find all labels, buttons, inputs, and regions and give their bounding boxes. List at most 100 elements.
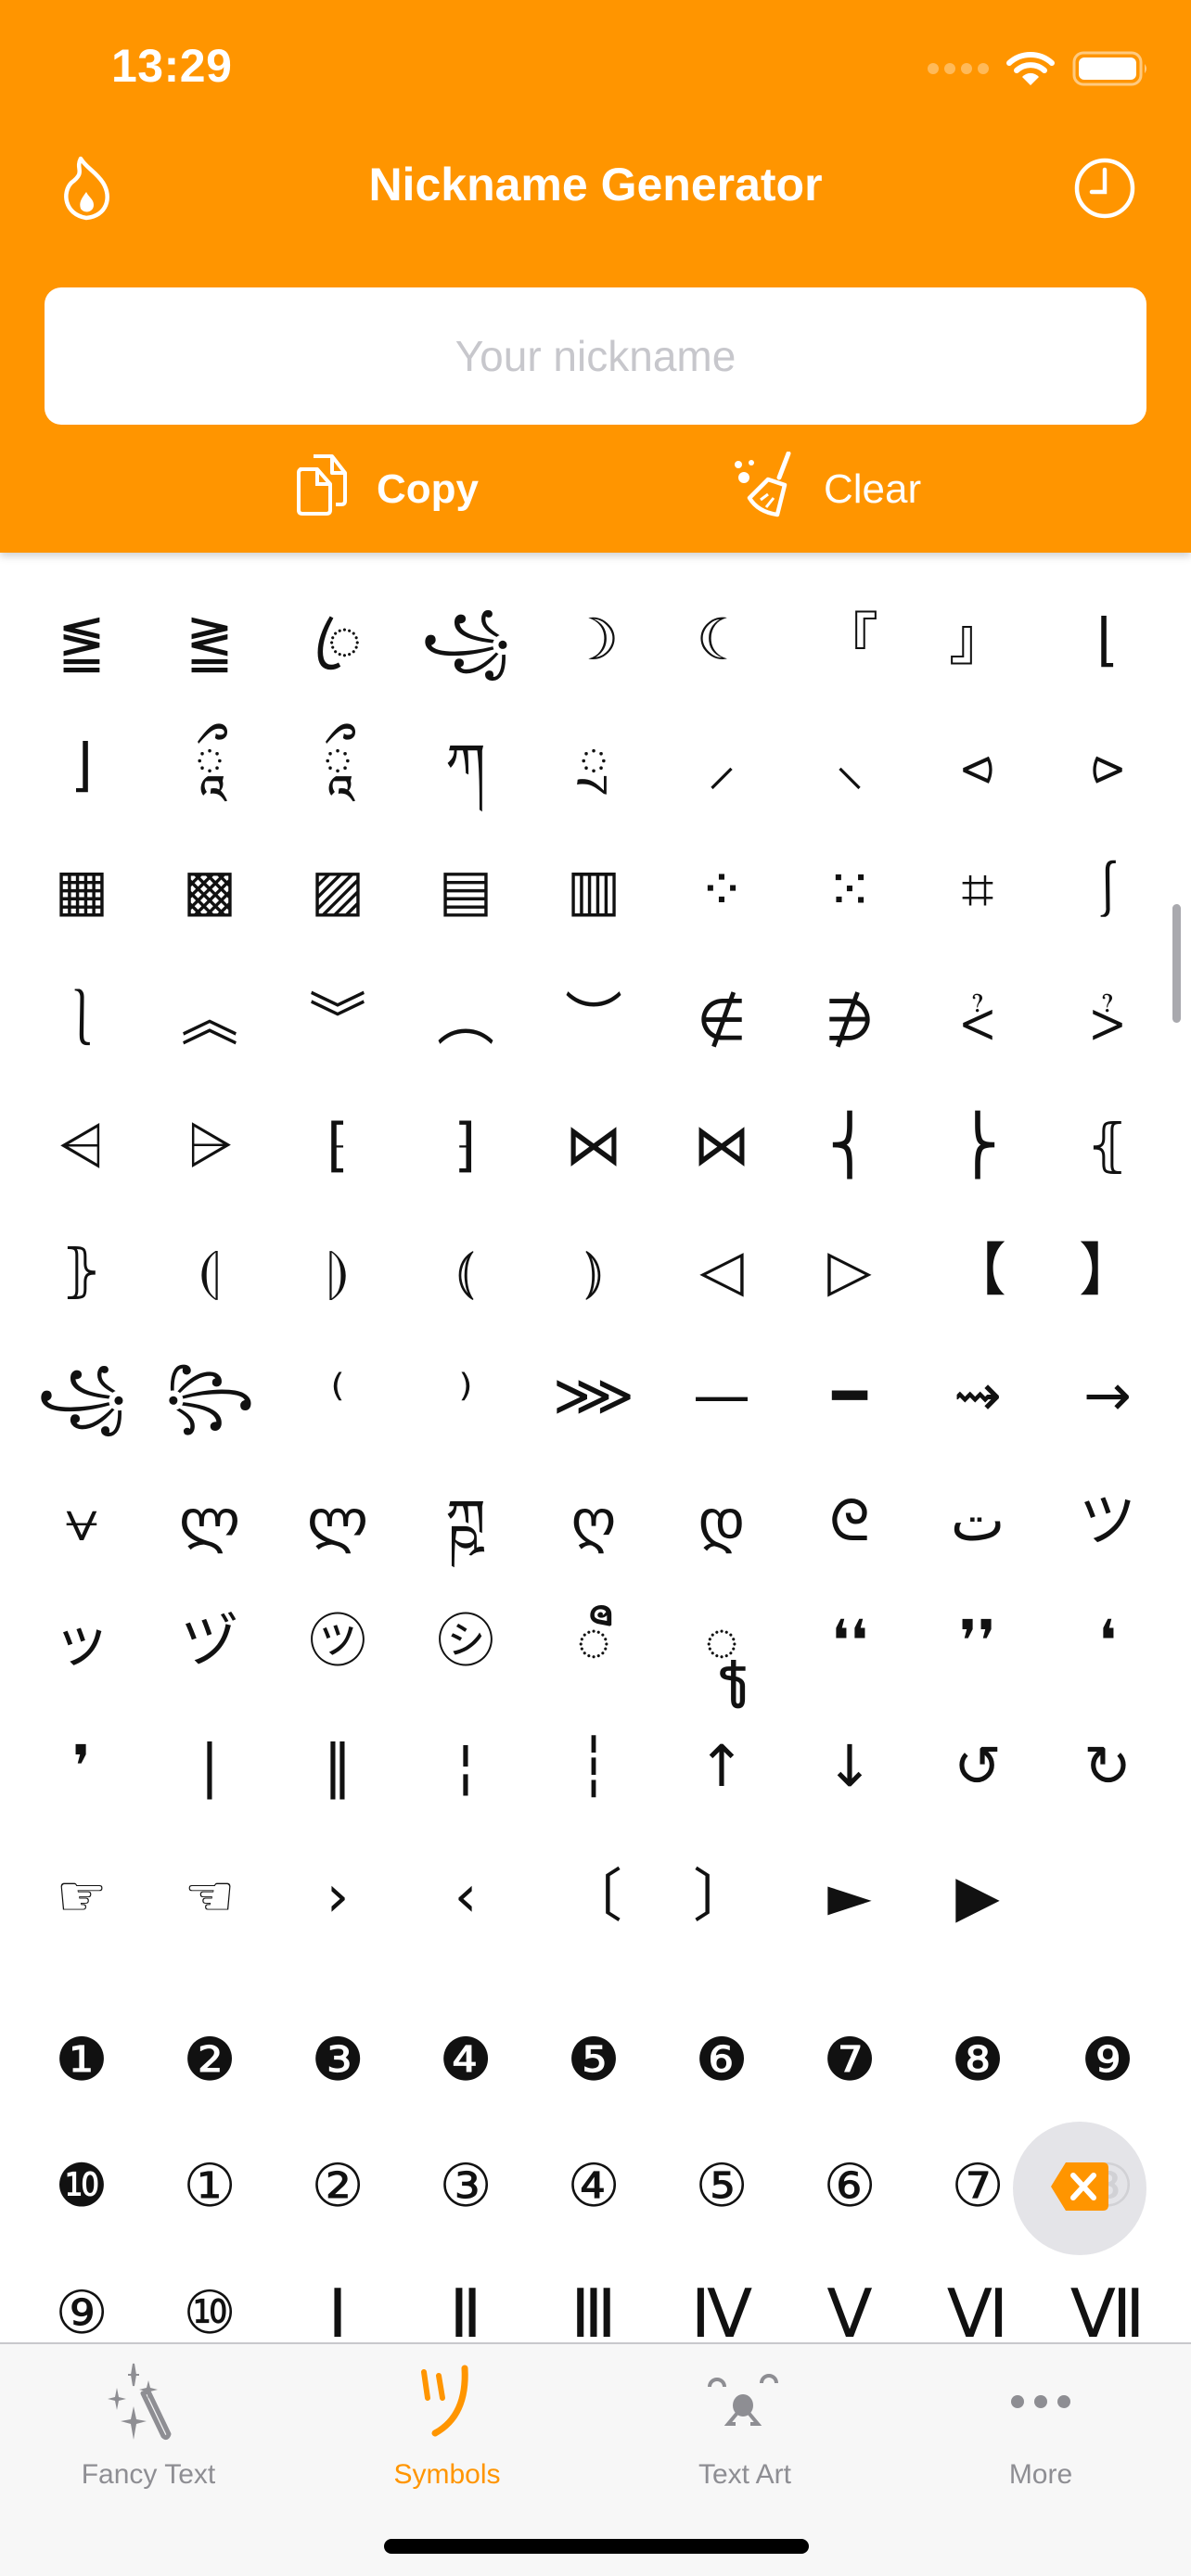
- tab-fancy-text[interactable]: Fancy Text: [37, 2355, 260, 2504]
- symbol-cell[interactable]: ⎨: [789, 1085, 910, 1205]
- symbol-cell[interactable]: ⁾: [405, 1335, 526, 1456]
- symbol-cell[interactable]: ꦹ: [661, 1581, 782, 1702]
- number-symbol-cell[interactable]: ❷: [149, 2000, 270, 2121]
- symbol-cell[interactable]: 【: [917, 1210, 1038, 1331]
- symbol-cell[interactable]: ⩻: [917, 960, 1038, 1080]
- symbol-cell[interactable]: ⸜: [789, 705, 910, 825]
- symbol-cell[interactable]: ☞: [21, 1836, 142, 1957]
- symbol-cell[interactable]: ⁆: [405, 1085, 526, 1205]
- symbol-cell[interactable]: ►: [789, 1836, 910, 1957]
- symbol-cell[interactable]: ︾: [277, 960, 398, 1080]
- symbol-cell[interactable]: ❜: [21, 1706, 142, 1827]
- symbol-cell[interactable]: ⪧: [1047, 705, 1168, 825]
- symbol-cell[interactable]: ›: [277, 1836, 398, 1957]
- symbol-cell[interactable]: ∉: [661, 960, 782, 1080]
- number-symbol-cell[interactable]: ①: [149, 2126, 270, 2247]
- symbol-cell[interactable]: ⪑: [21, 580, 142, 700]
- symbol-cell[interactable]: ▥: [533, 830, 654, 950]
- symbol-cell[interactable]: დ: [661, 1460, 782, 1581]
- tab-text-art[interactable]: Text Art: [634, 2355, 856, 2504]
- symbol-cell[interactable]: ㋛: [405, 1581, 526, 1702]
- symbol-cell[interactable]: ▤: [405, 830, 526, 950]
- number-symbol-cell[interactable]: ❻: [661, 2000, 782, 2121]
- symbol-cell[interactable]: ‹: [405, 1836, 526, 1957]
- number-symbol-cell[interactable]: ②: [277, 2126, 398, 2247]
- symbol-cell[interactable]: ⎬: [917, 1085, 1038, 1205]
- symbol-cell[interactable]: 〔: [533, 1836, 654, 1957]
- nickname-input[interactable]: [45, 287, 1146, 425]
- symbol-cell[interactable]: ཀྵ: [405, 1460, 526, 1581]
- symbol-cell[interactable]: 〕: [661, 1836, 782, 1957]
- symbol-cell[interactable]: ‖: [277, 1706, 398, 1827]
- symbol-cell[interactable]: ⁽: [277, 1335, 398, 1456]
- symbol-cell[interactable]: ⩥: [149, 1085, 270, 1205]
- number-symbol-cell[interactable]: ④: [533, 2126, 654, 2247]
- number-symbol-cell[interactable]: ❽: [917, 2000, 1038, 2121]
- symbol-cell[interactable]: ↑: [661, 1706, 782, 1827]
- number-symbol-cell[interactable]: Ⅵ: [917, 2253, 1038, 2342]
- symbol-cell[interactable]: ¦: [405, 1706, 526, 1827]
- number-symbol-cell[interactable]: ③: [405, 2126, 526, 2247]
- number-symbol-cell[interactable]: ❹: [405, 2000, 526, 2121]
- number-symbol-cell[interactable]: ❶: [21, 2000, 142, 2121]
- symbol-cell[interactable]: →: [1047, 1335, 1168, 1456]
- symbol-cell[interactable]: ღ: [533, 1460, 654, 1581]
- symbol-cell[interactable]: ⩼: [1047, 960, 1168, 1080]
- symbol-cell[interactable]: ∌: [789, 960, 910, 1080]
- symbol-cell[interactable]: |: [149, 1706, 270, 1827]
- symbol-cell[interactable]: ☽: [533, 580, 654, 700]
- tab-more[interactable]: More: [929, 2355, 1152, 2504]
- symbol-cell[interactable]: ⁘: [661, 830, 782, 950]
- symbol-cell[interactable]: ⇝: [917, 1335, 1038, 1456]
- symbol-cell[interactable]: 』: [917, 580, 1038, 700]
- symbol-cell[interactable]: ⦇: [149, 1210, 270, 1331]
- symbol-cell[interactable]: 『: [789, 580, 910, 700]
- symbol-cell[interactable]: ▩: [149, 830, 270, 950]
- number-symbol-cell[interactable]: Ⅰ: [277, 2253, 398, 2342]
- symbol-cell[interactable]: ❛❛: [789, 1581, 910, 1702]
- symbol-cell[interactable]: ︵: [405, 960, 526, 1080]
- symbol-cell[interactable]: ㋡: [277, 1581, 398, 1702]
- number-symbol-cell[interactable]: Ⅳ: [661, 2253, 782, 2342]
- symbol-cell[interactable]: ⦄: [21, 1210, 142, 1331]
- symbol-cell[interactable]: —: [661, 1335, 782, 1456]
- symbol-cell[interactable]: ▷: [789, 1210, 910, 1331]
- number-symbol-cell[interactable]: ❼: [789, 2000, 910, 2121]
- symbol-cell[interactable]: ☾: [661, 580, 782, 700]
- symbol-cell[interactable]: ꧁: [21, 1335, 142, 1456]
- symbol-cell[interactable]: ▦: [21, 830, 142, 950]
- number-symbol-cell[interactable]: ❿: [21, 2126, 142, 2247]
- number-symbol-cell[interactable]: Ⅶ: [1047, 2253, 1168, 2342]
- history-button[interactable]: [1063, 148, 1146, 232]
- symbol-cell[interactable]: ᘓ: [789, 1460, 910, 1581]
- symbol-cell[interactable]: ⁅: [277, 1085, 398, 1205]
- symbol-cell[interactable]: ↻: [1047, 1706, 1168, 1827]
- clear-button[interactable]: Clear: [731, 451, 921, 527]
- symbol-cell[interactable]: ⌋: [21, 705, 142, 825]
- number-symbol-cell[interactable]: Ⅲ: [533, 2253, 654, 2342]
- symbol-cell[interactable]: 】: [1047, 1210, 1168, 1331]
- symbol-cell[interactable]: ☜: [149, 1836, 270, 1957]
- number-symbol-cell[interactable]: ⑨: [21, 2253, 142, 2342]
- number-symbol-cell[interactable]: ⑥: [789, 2126, 910, 2247]
- symbol-cell[interactable]: ཱྀ: [277, 705, 398, 825]
- number-symbol-cell[interactable]: ❸: [277, 2000, 398, 2121]
- symbol-cell[interactable]: ⩝: [21, 1460, 142, 1581]
- tab-symbols[interactable]: Symbols: [336, 2355, 558, 2504]
- symbol-cell[interactable]: ꧁: [405, 580, 526, 700]
- symbol-cell[interactable]: ▨: [277, 830, 398, 950]
- delete-button[interactable]: [1013, 2122, 1146, 2255]
- symbol-cell[interactable]: ⌗: [917, 830, 1038, 950]
- number-symbol-cell[interactable]: Ⅴ: [789, 2253, 910, 2342]
- symbol-cell[interactable]: ⦈: [277, 1210, 398, 1331]
- symbol-cell[interactable]: ⩤: [21, 1085, 142, 1205]
- symbol-cell[interactable]: ヅ: [149, 1581, 270, 1702]
- symbol-cell[interactable]: ⌊: [1047, 580, 1168, 700]
- number-symbol-cell[interactable]: ⑤: [661, 2126, 782, 2247]
- scrollbar[interactable]: [1172, 904, 1181, 1023]
- symbol-cell[interactable]: ⁙: [789, 830, 910, 950]
- symbol-cell[interactable]: ❜❜: [917, 1581, 1038, 1702]
- symbol-cell[interactable]: ツ: [1047, 1460, 1168, 1581]
- symbol-cell[interactable]: ⋈: [661, 1085, 782, 1205]
- symbol-cell[interactable]: ↺: [917, 1706, 1038, 1827]
